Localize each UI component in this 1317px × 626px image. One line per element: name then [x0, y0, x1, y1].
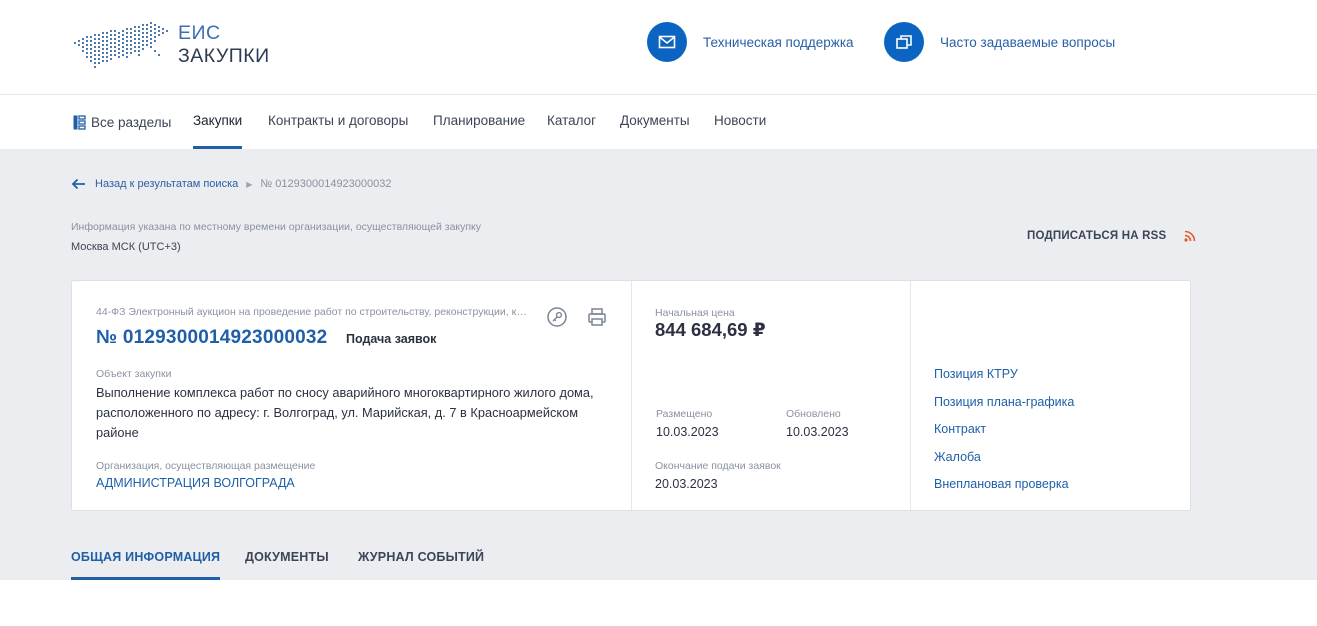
- breadcrumb: Назад к результатам поиска ▶ № 012930001…: [71, 176, 392, 192]
- object-text: Выполнение комплекса работ по сносу авар…: [96, 385, 594, 440]
- rss-subscribe-label: ПОДПИСАТЬСЯ НА RSS: [1027, 230, 1167, 242]
- updated-label: Обновлено: [786, 408, 841, 420]
- tab-documents[interactable]: ДОКУМЕНТЫ: [245, 550, 329, 580]
- tab-general-info[interactable]: ОБЩАЯ ИНФОРМАЦИЯ: [71, 550, 221, 580]
- support-link[interactable]: Техническая поддержка: [647, 22, 854, 62]
- nav-purchases[interactable]: Закупки: [193, 95, 243, 149]
- nav-planning[interactable]: Планирование: [433, 95, 525, 149]
- deadline-label: Окончание подачи заявок: [655, 460, 781, 472]
- procurement-type: 44-ФЗ Электронный аукцион на проведение …: [96, 306, 531, 318]
- timezone-value: Москва МСК (UTC+3): [71, 241, 181, 253]
- sections-tree-icon: [73, 114, 86, 130]
- faq-link-label: Часто задаваемые вопросы: [940, 34, 1116, 50]
- posted-label: Размещено: [656, 408, 713, 420]
- site-header: ЕИС ЗАКУПКИ Техническая поддержка Часто …: [0, 0, 1317, 95]
- deadline-date: 20.03.2023: [655, 477, 718, 491]
- logo-line-1: ЕИС: [178, 22, 221, 44]
- organization-link[interactable]: АДМИНИСТРАЦИЯ ВОЛГОГРАДА: [96, 476, 295, 490]
- initial-price: 844 684,69 ₽: [655, 319, 766, 340]
- support-link-label: Техническая поддержка: [703, 34, 854, 50]
- logo-wordmark: ЕИС ЗАКУПКИ: [178, 22, 270, 68]
- nav-catalog[interactable]: Каталог: [547, 95, 596, 149]
- plan-schedule-link[interactable]: Позиция плана-графика: [934, 395, 1074, 409]
- rss-subscribe-button[interactable]: ПОДПИСАТЬСЯ НА RSS: [1027, 230, 1196, 242]
- nav-contracts[interactable]: Контракты и договоры: [268, 95, 408, 149]
- object-label: Объект закупки: [96, 368, 172, 380]
- logo-line-2: ЗАКУПКИ: [178, 45, 270, 67]
- russia-map-icon: [74, 22, 168, 68]
- unscheduled-inspection-link[interactable]: Внеплановая проверка: [934, 477, 1069, 491]
- organization-label: Организация, осуществляющая размещение: [96, 460, 316, 472]
- posted-date: 10.03.2023: [656, 425, 719, 439]
- main-nav: Все разделы Закупки Контракты и договоры…: [0, 95, 1317, 149]
- registry-number[interactable]: № 0129300014923000032: [96, 327, 327, 349]
- complaint-link[interactable]: Жалоба: [934, 450, 981, 464]
- key-icon[interactable]: [546, 306, 568, 328]
- nav-all-sections-label: Все разделы: [91, 114, 172, 130]
- print-icon[interactable]: [586, 306, 608, 328]
- column-divider: [910, 281, 911, 510]
- back-to-results-link[interactable]: Назад к результатам поиска: [95, 178, 238, 190]
- arrow-left-icon[interactable]: [71, 178, 86, 190]
- updated-date: 10.03.2023: [786, 425, 849, 439]
- contract-link[interactable]: Контракт: [934, 422, 986, 436]
- mail-icon: [647, 22, 687, 62]
- nav-documents[interactable]: Документы: [620, 95, 690, 149]
- eis-logo[interactable]: ЕИС ЗАКУПКИ: [71, 20, 281, 72]
- status-badge: Подача заявок: [346, 332, 437, 346]
- rss-icon: [1184, 230, 1196, 242]
- breadcrumb-current: № 0129300014923000032: [260, 178, 392, 190]
- timezone-note: Информация указана по местному времени о…: [71, 221, 482, 233]
- copy-icon: [884, 22, 924, 62]
- nav-all-sections[interactable]: Все разделы: [73, 95, 171, 149]
- column-divider: [631, 281, 632, 510]
- faq-link[interactable]: Часто задаваемые вопросы: [884, 22, 1115, 62]
- procurement-card: 44-ФЗ Электронный аукцион на проведение …: [71, 280, 1191, 511]
- tab-event-log[interactable]: ЖУРНАЛ СОБЫТИЙ: [358, 550, 484, 580]
- nav-news[interactable]: Новости: [714, 95, 766, 149]
- price-label: Начальная цена: [655, 307, 735, 319]
- ktru-position-link[interactable]: Позиция КТРУ: [934, 367, 1018, 381]
- chevron-right-icon: ▶: [246, 179, 253, 189]
